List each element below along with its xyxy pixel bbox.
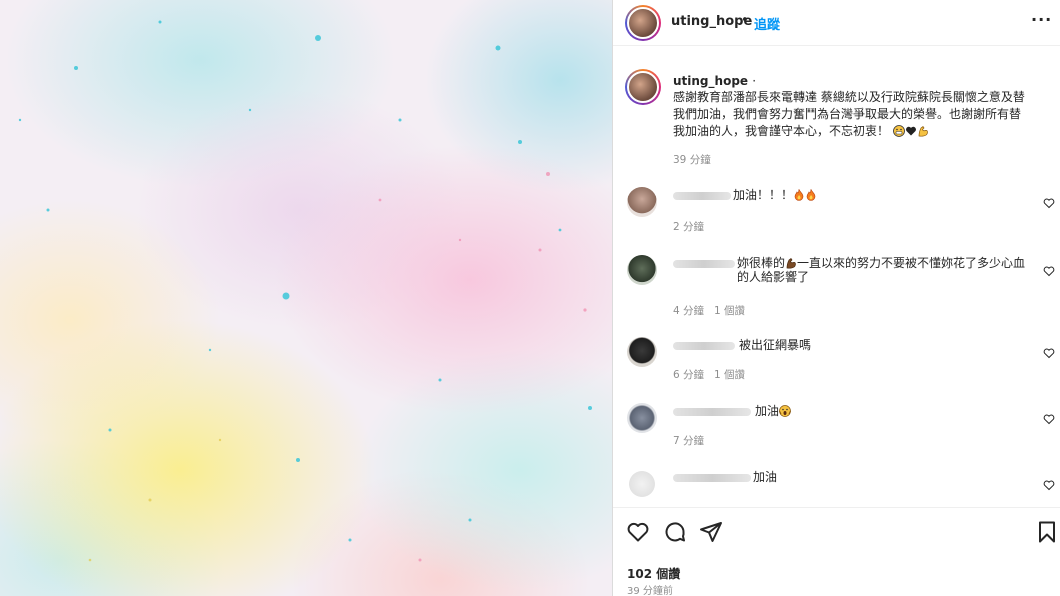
caption-username-line: uting_hope · xyxy=(673,74,756,88)
comment-text-line: 加油 xyxy=(755,404,791,418)
commenter-username-blurred[interactable] xyxy=(673,260,735,268)
comment-like-heart-icon[interactable] xyxy=(1043,347,1055,359)
commenter-avatar[interactable] xyxy=(627,255,657,285)
caption-text: 感謝教育部潘部長來電轉達 蔡總統以及行政院蘇院長關懷之意及替我們加油，我們會努力… xyxy=(673,90,1025,138)
comment-text-line: 被出征網暴嗎 xyxy=(739,338,811,352)
comment-text-line: 妳很棒的 一直以來的努力不要被不懂妳花了多少心血的人給影響了 xyxy=(737,256,1033,284)
comment-item: 加油 7 分鐘 xyxy=(613,403,1060,455)
comment-text: 被出征網暴嗎 xyxy=(739,338,812,352)
comment-time: 7 分鐘 xyxy=(673,435,705,447)
flexed-biceps-emoji xyxy=(918,125,928,137)
author-avatar[interactable] xyxy=(625,5,661,41)
likes-count[interactable]: 102 個讚 xyxy=(627,565,680,582)
commenter-avatar[interactable] xyxy=(627,337,657,367)
commenter-username-blurred[interactable] xyxy=(673,342,735,350)
heart-emoji xyxy=(905,126,916,136)
commenter-avatar[interactable] xyxy=(627,187,657,217)
comment-time: 4 分鐘 xyxy=(673,305,705,317)
post-header: uting_hope • 追蹤 ··· xyxy=(613,0,1060,46)
share-icon[interactable] xyxy=(699,520,723,544)
commenter-avatar[interactable] xyxy=(627,403,657,433)
bookmark-icon[interactable] xyxy=(1035,520,1059,544)
post-timestamp: 39 分鐘前 xyxy=(627,586,673,596)
caption-time: 39 分鐘 xyxy=(673,154,711,166)
caption-text-block: 感謝教育部潘部長來電轉達 蔡總統以及行政院蘇院長關懷之意及替我們加油，我們會努力… xyxy=(673,89,1029,140)
comment-time: 2 分鐘 xyxy=(673,221,705,233)
commenter-avatar[interactable] xyxy=(627,469,657,499)
grimacing-face-emoji xyxy=(892,125,905,137)
commenter-username-blurred[interactable] xyxy=(673,192,731,200)
comment-meta: 7 分鐘 xyxy=(673,433,714,448)
comment-text: 加油 xyxy=(753,470,778,484)
comment-text: 妳很棒的 xyxy=(737,256,786,270)
comment-text-line: 加油 xyxy=(753,470,777,484)
caption-dot: · xyxy=(752,74,757,88)
comment-item: 加油 xyxy=(613,467,1060,507)
caption-username[interactable]: uting_hope xyxy=(673,74,748,88)
comment-like-heart-icon[interactable] xyxy=(1043,197,1055,209)
post-actions: 102 個讚 39 分鐘前 xyxy=(613,507,1060,596)
commenter-username-blurred[interactable] xyxy=(673,408,751,416)
header-separator: • xyxy=(741,13,749,28)
caption-avatar[interactable] xyxy=(625,69,661,105)
comment-meta: 6 分鐘 1 個讚 xyxy=(673,367,755,382)
heart-icon[interactable] xyxy=(626,520,650,544)
comment-item: 加油！！！ 2 分鐘 xyxy=(613,187,1060,237)
comment-item: 被出征網暴嗎 6 分鐘 1 個讚 xyxy=(613,337,1060,389)
comment-meta: 2 分鐘 xyxy=(673,219,714,234)
comment-meta: 4 分鐘 1 個讚 xyxy=(673,303,755,318)
comment-likes[interactable]: 1 個讚 xyxy=(714,369,745,381)
comment-item: 妳很棒的 一直以來的努力不要被不懂妳花了多少心血的人給影響了 4 分鐘 1 個讚 xyxy=(613,255,1060,321)
comment-time: 6 分鐘 xyxy=(673,369,705,381)
follow-button[interactable]: 追蹤 xyxy=(754,14,780,33)
comment-like-heart-icon[interactable] xyxy=(1043,265,1055,277)
fire-emoji xyxy=(806,189,816,201)
post-image[interactable] xyxy=(0,0,612,596)
comment-text-line: 加油！！！ xyxy=(733,188,817,202)
flexed-biceps-emoji xyxy=(786,257,796,269)
post-panel: uting_hope • 追蹤 ··· uting_hope · 感謝教育部潘部… xyxy=(612,0,1060,596)
commenter-username-blurred[interactable] xyxy=(673,474,751,482)
comment-text: 加油 xyxy=(755,404,780,418)
comment-likes[interactable]: 1 個讚 xyxy=(714,305,745,317)
comment-text: 加油！！！ xyxy=(733,188,794,202)
screaming-face-emoji xyxy=(779,405,791,417)
comment-icon[interactable] xyxy=(663,520,687,544)
more-options-icon[interactable]: ··· xyxy=(1031,10,1052,29)
comment-like-heart-icon[interactable] xyxy=(1043,479,1055,491)
comment-like-heart-icon[interactable] xyxy=(1043,413,1055,425)
paint-speckles xyxy=(18,20,592,562)
fire-emoji xyxy=(794,189,804,201)
comments-list[interactable]: uting_hope · 感謝教育部潘部長來電轉達 蔡總統以及行政院蘇院長關懷之… xyxy=(613,47,1060,507)
